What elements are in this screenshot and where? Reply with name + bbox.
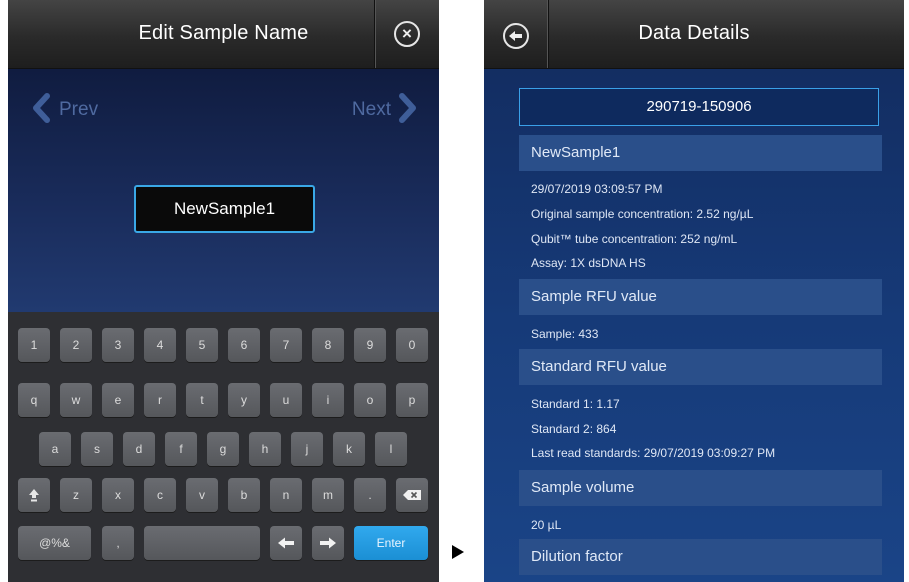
key-o[interactable]: o [354, 383, 386, 417]
symbols-key[interactable]: @%& [18, 526, 91, 560]
key-0[interactable]: 0 [396, 328, 428, 362]
edit-sample-name-screen: Edit Sample Name × Prev Next NewSample1 … [8, 0, 439, 582]
key-1[interactable]: 1 [18, 328, 50, 362]
tube-concentration: Qubit™ tube concentration: 252 ng/mL [531, 232, 738, 246]
key-z[interactable]: z [60, 478, 92, 512]
key-y[interactable]: y [228, 383, 260, 417]
sample-timestamp: 29/07/2019 03:09:57 PM [531, 182, 663, 196]
key-j[interactable]: j [291, 432, 323, 466]
key-p[interactable]: p [396, 383, 428, 417]
key-r[interactable]: r [144, 383, 176, 417]
next-label: Next [351, 99, 391, 120]
key-4[interactable]: 4 [144, 328, 176, 362]
standard-1-value: Standard 1: 1.17 [531, 397, 620, 411]
chevron-right-icon [399, 93, 416, 123]
shift-icon [29, 489, 39, 502]
play-triangle-icon [452, 545, 464, 559]
sample-volume-header: Sample volume [519, 470, 882, 506]
key-h[interactable]: h [249, 432, 281, 466]
key-x[interactable]: x [102, 478, 134, 512]
key-period[interactable]: . [354, 478, 386, 512]
key-v[interactable]: v [186, 478, 218, 512]
sample-volume-value: 20 µL [531, 518, 562, 532]
key-b[interactable]: b [228, 478, 260, 512]
key-5[interactable]: 5 [186, 328, 218, 362]
key-f[interactable]: f [165, 432, 197, 466]
space-key[interactable] [144, 526, 260, 560]
backspace-icon [403, 490, 421, 500]
key-3[interactable]: 3 [102, 328, 134, 362]
run-id-field: 290719-150906 [519, 88, 879, 126]
data-details-screen: Data Details 290719-150906 NewSample1 29… [484, 0, 904, 582]
key-q[interactable]: q [18, 383, 50, 417]
page-title: Data Details [638, 22, 750, 44]
cursor-right-key[interactable] [312, 526, 344, 560]
next-button[interactable]: Next [311, 69, 421, 139]
key-comma[interactable]: , [102, 526, 134, 560]
key-i[interactable]: i [312, 383, 344, 417]
key-8[interactable]: 8 [312, 328, 344, 362]
chevron-left-icon [33, 93, 50, 123]
standard-2-value: Standard 2: 864 [531, 422, 617, 436]
key-d[interactable]: d [123, 432, 155, 466]
key-n[interactable]: n [270, 478, 302, 512]
key-l[interactable]: l [375, 432, 407, 466]
key-k[interactable]: k [333, 432, 365, 466]
prev-button[interactable]: Prev [26, 69, 136, 139]
dilution-factor-header: Dilution factor [519, 539, 882, 575]
key-c[interactable]: c [144, 478, 176, 512]
key-7[interactable]: 7 [270, 328, 302, 362]
key-t[interactable]: t [186, 383, 218, 417]
sample-rfu-header: Sample RFU value [519, 279, 882, 315]
enter-key[interactable]: Enter [354, 526, 428, 560]
key-w[interactable]: w [60, 383, 92, 417]
sample-name-field[interactable]: NewSample1 [134, 185, 315, 233]
key-m[interactable]: m [312, 478, 344, 512]
title-bar: Edit Sample Name × [8, 0, 439, 69]
original-concentration: Original sample concentration: 2.52 ng/µ… [531, 207, 754, 221]
key-e[interactable]: e [102, 383, 134, 417]
prev-label: Prev [59, 99, 99, 120]
key-a[interactable]: a [39, 432, 71, 466]
standard-rfu-header: Standard RFU value [519, 349, 882, 385]
name-edit-area: Prev Next NewSample1 [8, 69, 439, 312]
key-g[interactable]: g [207, 432, 239, 466]
key-u[interactable]: u [270, 383, 302, 417]
arrow-right-icon [320, 537, 336, 549]
key-s[interactable]: s [81, 432, 113, 466]
shift-key[interactable] [18, 478, 50, 512]
close-circle-icon: × [394, 21, 420, 47]
assay-name: Assay: 1X dsDNA HS [531, 256, 646, 270]
cursor-left-key[interactable] [270, 526, 302, 560]
last-read-standards: Last read standards: 29/07/2019 03:09:27… [531, 446, 776, 460]
sample-name-header: NewSample1 [519, 135, 882, 171]
close-button[interactable]: × [374, 0, 439, 68]
title-bar: Data Details [484, 0, 904, 69]
backspace-key[interactable] [396, 478, 428, 512]
sample-rfu-value: Sample: 433 [531, 327, 599, 341]
key-6[interactable]: 6 [228, 328, 260, 362]
arrow-left-icon [278, 537, 294, 549]
key-9[interactable]: 9 [354, 328, 386, 362]
key-2[interactable]: 2 [60, 328, 92, 362]
on-screen-keyboard: 1 2 3 4 5 6 7 8 9 0 q w e r t y u i o p … [8, 312, 439, 582]
